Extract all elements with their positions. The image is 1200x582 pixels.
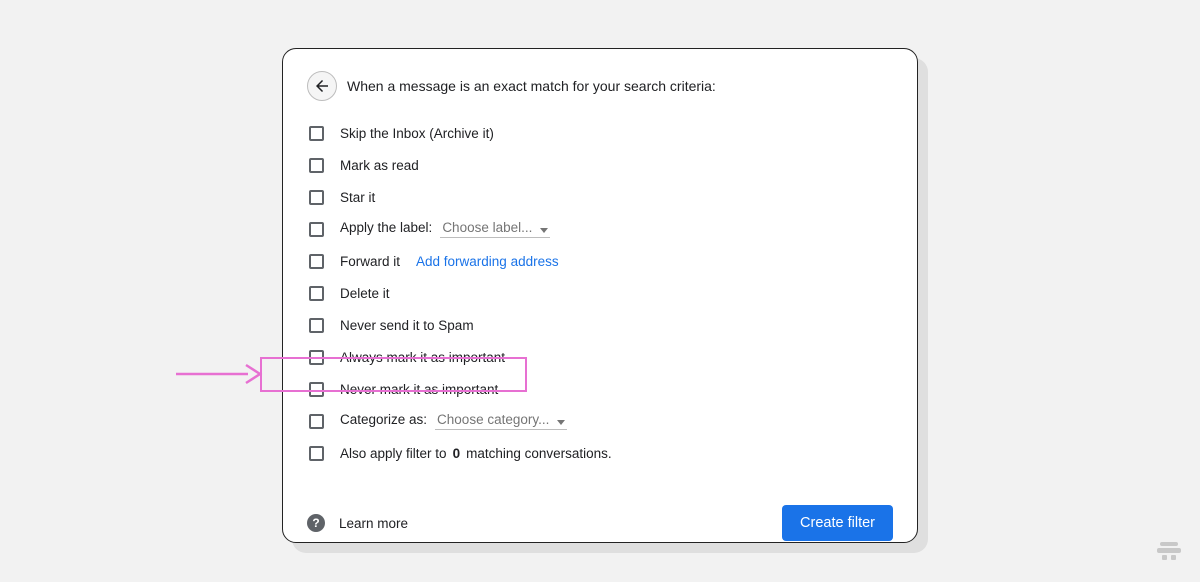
link-forwarding-address[interactable]: Add forwarding address <box>416 254 559 269</box>
option-never-spam: Never send it to Spam <box>309 309 893 341</box>
filter-dialog: When a message is an exact match for you… <box>282 48 918 543</box>
label-delete: Delete it <box>340 286 390 301</box>
label-star: Star it <box>340 190 375 205</box>
option-forward: Forward it Add forwarding address <box>309 245 893 277</box>
label-also-apply: Also apply filter to 0 matching conversa… <box>340 446 612 461</box>
create-filter-button[interactable]: Create filter <box>782 505 893 541</box>
option-mark-read: Mark as read <box>309 149 893 181</box>
dialog-title: When a message is an exact match for you… <box>347 78 716 94</box>
label-never-spam: Never send it to Spam <box>340 318 474 333</box>
option-categorize: Categorize as: Choose category... <box>309 405 893 437</box>
checkbox-mark-read[interactable] <box>309 158 324 173</box>
learn-more-link[interactable]: Learn more <box>339 516 408 531</box>
checkbox-forward[interactable] <box>309 254 324 269</box>
label-skip-inbox: Skip the Inbox (Archive it) <box>340 126 494 141</box>
option-never-important: Never mark it as important <box>309 373 893 405</box>
checkbox-never-spam[interactable] <box>309 318 324 333</box>
checkbox-also-apply[interactable] <box>309 446 324 461</box>
option-star: Star it <box>309 181 893 213</box>
also-apply-count: 0 <box>453 446 461 461</box>
back-button[interactable] <box>307 71 337 101</box>
also-apply-prefix: Also apply filter to <box>340 446 447 461</box>
select-label[interactable]: Choose label... <box>440 220 550 238</box>
option-also-apply: Also apply filter to 0 matching conversa… <box>309 437 893 469</box>
filter-options-list: Skip the Inbox (Archive it) Mark as read… <box>307 117 893 469</box>
option-skip-inbox: Skip the Inbox (Archive it) <box>309 117 893 149</box>
dialog-footer: ? Learn more Create filter <box>307 505 893 541</box>
arrow-left-icon <box>313 77 331 95</box>
label-always-important: Always mark it as important <box>340 350 505 365</box>
checkbox-skip-inbox[interactable] <box>309 126 324 141</box>
checkbox-never-important[interactable] <box>309 382 324 397</box>
checkbox-apply-label[interactable] <box>309 222 324 237</box>
watermark-icon <box>1156 536 1182 564</box>
label-categorize-prefix: Categorize as: <box>340 412 427 427</box>
help-icon[interactable]: ? <box>307 514 325 532</box>
dialog-header: When a message is an exact match for you… <box>307 71 893 101</box>
option-always-important: Always mark it as important <box>309 341 893 373</box>
label-mark-read: Mark as read <box>340 158 419 173</box>
label-forward: Forward it Add forwarding address <box>340 254 559 269</box>
label-apply-label-prefix: Apply the label: <box>340 220 432 235</box>
checkbox-categorize[interactable] <box>309 414 324 429</box>
select-category[interactable]: Choose category... <box>435 412 567 430</box>
label-never-important: Never mark it as important <box>340 382 498 397</box>
option-apply-label: Apply the label: Choose label... <box>309 213 893 245</box>
checkbox-delete[interactable] <box>309 286 324 301</box>
label-categorize: Categorize as: Choose category... <box>340 412 567 430</box>
label-forward-prefix: Forward it <box>340 254 400 269</box>
annotation-arrow-icon <box>176 361 264 387</box>
label-apply-label: Apply the label: Choose label... <box>340 220 550 238</box>
option-delete: Delete it <box>309 277 893 309</box>
footer-left: ? Learn more <box>307 514 408 532</box>
also-apply-suffix: matching conversations. <box>466 446 612 461</box>
checkbox-always-important[interactable] <box>309 350 324 365</box>
checkbox-star[interactable] <box>309 190 324 205</box>
